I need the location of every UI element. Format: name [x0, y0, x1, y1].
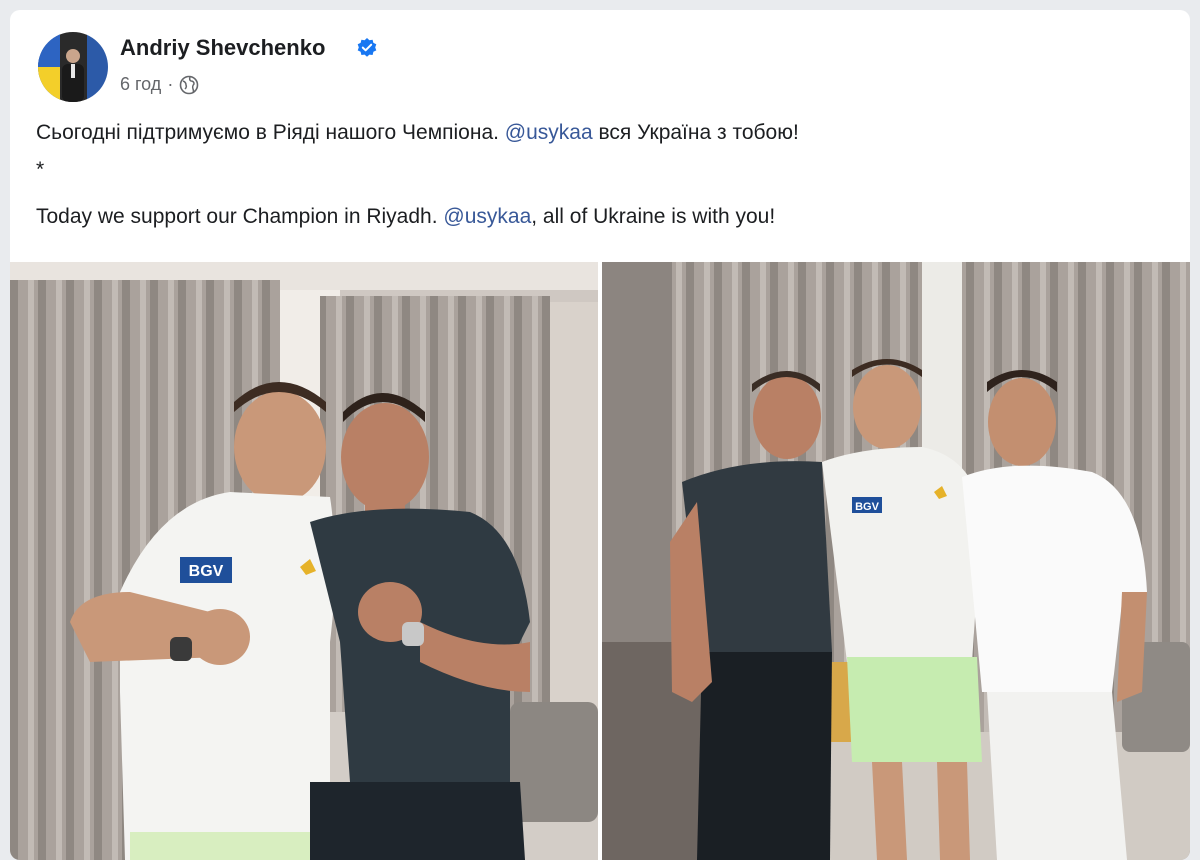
text-ua-after: вся Україна з тобою! [592, 121, 799, 144]
post-meta: 6 год · [120, 74, 199, 95]
mention-link-en[interactable]: @usykaa [443, 205, 531, 228]
meta-separator: · [167, 74, 174, 94]
photo-grid: BGV BGV [10, 262, 1190, 860]
post-card: Andriy Shevchenko 6 год · Сьогодні підтр… [10, 10, 1190, 860]
photo-left[interactable]: BGV [10, 262, 598, 860]
text-en-before: Today we support our Champion in Riyadh. [36, 205, 444, 228]
post-text-en: Today we support our Champion in Riyadh.… [36, 202, 1166, 231]
flag-graphic [38, 32, 60, 102]
globe-icon[interactable] [179, 75, 199, 95]
post-text-ua: Сьогодні підтримуємо в Ріяді нашого Чемп… [36, 118, 1166, 147]
author-name[interactable]: Andriy Shevchenko [120, 35, 325, 61]
text-en-after: , all of Ukraine is with you! [531, 205, 776, 228]
post-timestamp[interactable]: 6 год [120, 74, 161, 95]
photo-right[interactable]: BGV [602, 262, 1190, 860]
author-avatar[interactable] [38, 32, 108, 102]
text-ua-before: Сьогодні підтримуємо в Ріяді нашого Чемп… [36, 121, 505, 144]
post-text-divider: * [36, 158, 45, 181]
mention-link-ua[interactable]: @usykaa [505, 121, 593, 144]
logo-right: BGV [855, 501, 880, 513]
verified-badge-icon [357, 38, 377, 57]
post-text: Сьогодні підтримуємо в Ріяді нашого Чемп… [36, 118, 1166, 231]
logo-left: BGV [189, 563, 224, 580]
photo-left-image: BGV [10, 262, 598, 860]
avatar-person-graphic [62, 49, 84, 102]
photo-right-image: BGV [602, 262, 1190, 860]
